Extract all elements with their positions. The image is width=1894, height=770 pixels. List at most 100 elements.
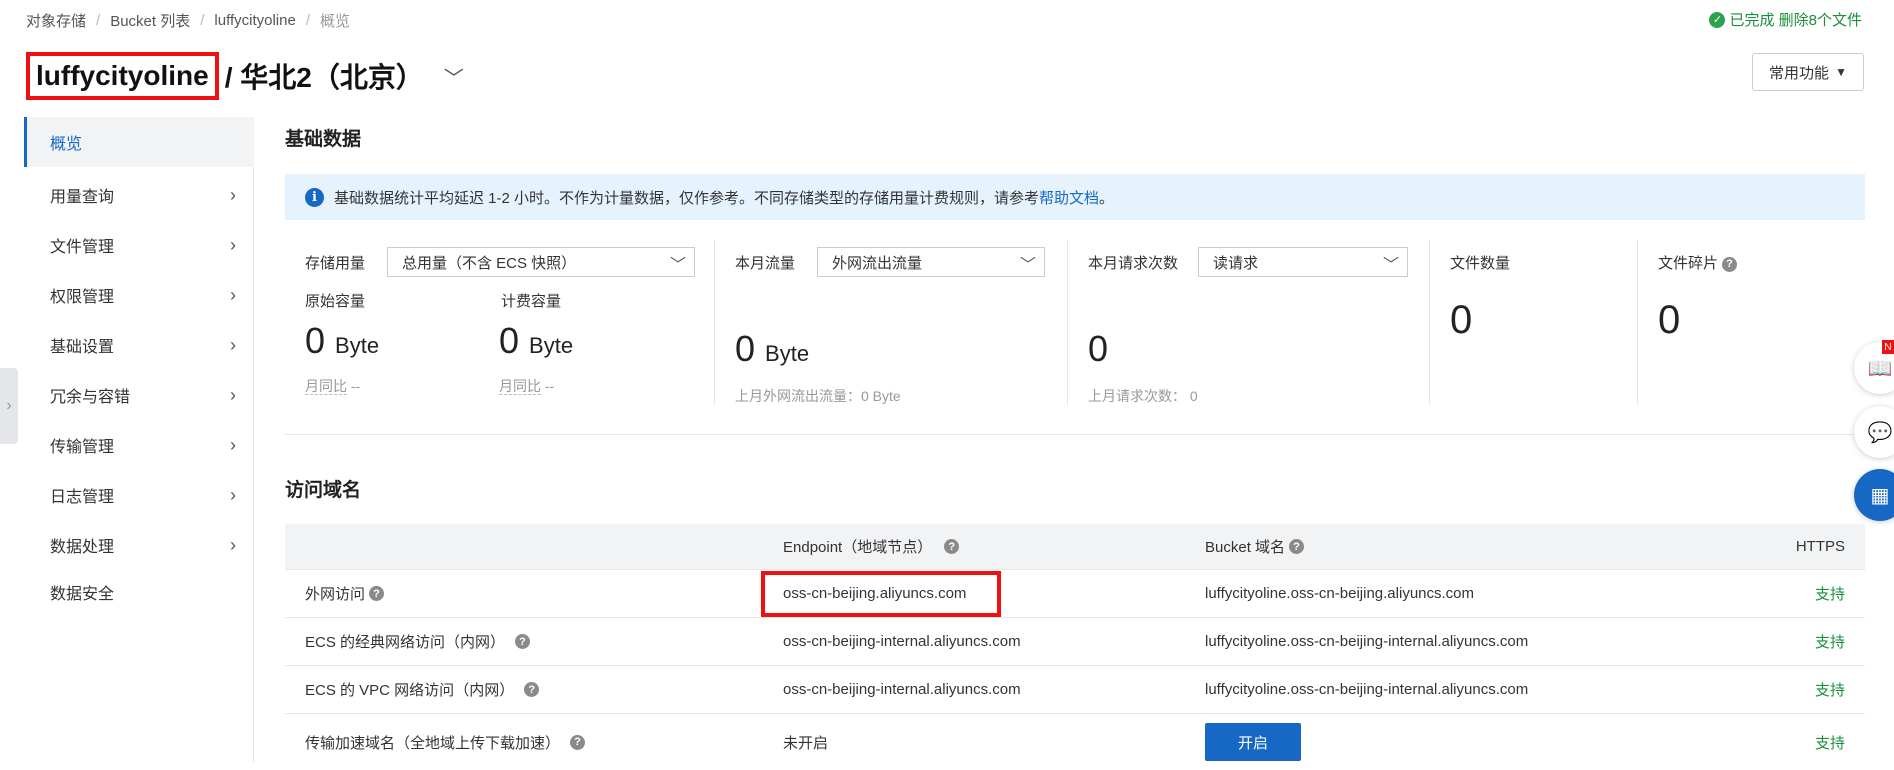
enable-acceleration-button[interactable]: 开启 (1205, 723, 1301, 761)
row-name-text: 传输加速域名（全地域上传下载加速） (305, 734, 561, 752)
sidebar-item-label: 概览 (50, 136, 83, 153)
billing-capacity-value: 0 Byte (499, 320, 573, 362)
breadcrumb-oss[interactable]: 对象存储 (26, 10, 86, 31)
traffic-number: 0 (735, 328, 756, 369)
domain-cell[interactable]: luffycityoline.oss-cn-beijing.aliyuncs.c… (1205, 570, 1474, 617)
chevron-right-icon: › (230, 234, 236, 255)
apps-grid-icon[interactable]: ▦ (1854, 469, 1894, 521)
chevron-down-icon: ﹀ (1382, 257, 1399, 274)
sidebar-item-overview[interactable]: 概览 (24, 117, 254, 167)
sidebar-item-usage[interactable]: 用量查询 › (24, 170, 254, 220)
https-cell: 支持 (1814, 682, 1845, 699)
page-title: luffycityoline / 华北2（北京） ﹀ (26, 52, 464, 100)
storage-usage-label: 存储用量 (305, 255, 366, 272)
help-icon[interactable]: ? (1722, 256, 1738, 272)
check-circle-icon: ✓ (1709, 11, 1726, 28)
sidebar-item-basic-settings[interactable]: 基础设置 › (24, 320, 254, 370)
divider (285, 434, 1865, 435)
billing-capacity-unit: Byte (529, 333, 574, 358)
sidebar-item-label: 基础设置 (50, 339, 115, 356)
breadcrumb-bucket-list[interactable]: Bucket 列表 (110, 10, 190, 31)
breadcrumb-current: 概览 (320, 13, 351, 30)
task-status-text: 已完成 删除8个文件 (1729, 12, 1862, 29)
sidebar-collapse-handle[interactable]: › (0, 368, 18, 444)
row-name-text: 外网访问 (305, 586, 366, 603)
endpoint-cell[interactable]: oss-cn-beijing-internal.aliyuncs.com (783, 618, 1021, 665)
requests-label: 本月请求次数 (1088, 255, 1179, 272)
row-name: 外网访问? (305, 570, 385, 617)
breadcrumb-bucket[interactable]: luffycityoline (214, 12, 295, 29)
traffic-type-select[interactable]: 外网流出流量 ﹀ (817, 247, 1045, 277)
table-header: Endpoint（地域节点）? Bucket 域名? HTTPS (285, 524, 1865, 570)
table-row: ECS 的经典网络访问（内网）? oss-cn-beijing-internal… (285, 618, 1865, 666)
sidebar-item-data-security[interactable]: 数据安全 (24, 567, 254, 617)
help-icon[interactable]: ? (944, 539, 960, 554)
requests-value: 0 (1088, 328, 1109, 369)
row-name-text: ECS 的 VPC 网络访问（内网） (305, 682, 515, 699)
help-doc-link[interactable]: 帮助文档 (1039, 190, 1099, 207)
request-type-select[interactable]: 读请求 ﹀ (1198, 247, 1408, 277)
chevron-down-icon[interactable]: ﹀ (444, 62, 464, 91)
file-count-value: 0 (1450, 298, 1473, 342)
chevron-right-icon: › (230, 434, 236, 455)
raw-capacity-label: 原始容量 (305, 293, 366, 310)
chevron-right-icon: › (230, 334, 236, 355)
new-badge: N (1882, 340, 1894, 354)
sidebar-item-transfer[interactable]: 传输管理 › (24, 420, 254, 470)
storage-usage-card: 存储用量 总用量（不含 ECS 快照） ﹀ 原始容量 0 Byte 月同比 -- 计… (285, 240, 715, 405)
file-fragments-card: 文件碎片? 0 (1638, 240, 1865, 405)
notice-text: 基础数据统计平均延迟 1-2 小时。不作为计量数据，仅作参考。不同存储类型的存储… (334, 187, 1114, 208)
raw-capacity-mom: 月同比 -- (305, 376, 360, 396)
sidebar-item-data-processing[interactable]: 数据处理 › (24, 520, 254, 570)
access-domain-heading: 访问域名 (285, 480, 362, 501)
help-icon[interactable]: ? (515, 634, 531, 649)
sidebar-item-logs[interactable]: 日志管理 › (24, 470, 254, 520)
breadcrumb-separator: / (96, 12, 101, 29)
chat-icon[interactable]: 💬 (1854, 406, 1894, 458)
chevron-right-icon: › (230, 534, 236, 555)
chevron-right-icon: › (6, 397, 12, 414)
endpoint-header: Endpoint（地域节点）? (783, 524, 960, 569)
help-icon[interactable]: ? (369, 586, 385, 601)
storage-type-value: 总用量（不含 ECS 快照） (402, 254, 577, 272)
traffic-value: 0 Byte (735, 328, 809, 370)
sidebar-item-label: 文件管理 (50, 239, 115, 256)
sidebar-item-permissions[interactable]: 权限管理 › (24, 270, 254, 320)
table-row: 外网访问? oss-cn-beijing.aliyuncs.com luffyc… (285, 570, 1865, 618)
common-functions-label: 常用功能 (1769, 64, 1830, 82)
endpoint-cell: oss-cn-beijing.aliyuncs.com (761, 570, 1001, 617)
breadcrumb-separator: / (305, 12, 310, 29)
sidebar-item-files[interactable]: 文件管理 › (24, 220, 254, 270)
billing-capacity-label: 计费容量 (501, 293, 562, 310)
domain-cell[interactable]: luffycityoline.oss-cn-beijing-internal.a… (1205, 618, 1528, 665)
file-count-label: 文件数量 (1450, 255, 1511, 272)
breadcrumb: 对象存储 / Bucket 列表 / luffycityoline / 概览 (26, 10, 350, 31)
chevron-right-icon: › (230, 484, 236, 505)
endpoint-text[interactable]: oss-cn-beijing.aliyuncs.com (783, 585, 966, 602)
domain-header: Bucket 域名? (1205, 524, 1305, 569)
endpoint-highlight: oss-cn-beijing.aliyuncs.com (761, 570, 1001, 617)
sidebar-item-label: 权限管理 (50, 289, 115, 306)
help-icon[interactable]: ? (1289, 539, 1305, 554)
requests-last-label: 上月请求次数： (1088, 388, 1186, 404)
raw-capacity-unit: Byte (335, 333, 380, 358)
endpoint-cell[interactable]: oss-cn-beijing-internal.aliyuncs.com (783, 666, 1021, 713)
task-status[interactable]: ✓ 已完成 删除8个文件 (1709, 9, 1862, 30)
sidebar-item-redundancy[interactable]: 冗余与容错 › (24, 370, 254, 420)
storage-type-select[interactable]: 总用量（不含 ECS 快照） ﹀ (387, 247, 695, 277)
help-icon[interactable]: ? (524, 682, 540, 697)
chevron-down-icon: ﹀ (1019, 257, 1036, 274)
row-name-text: ECS 的经典网络访问（内网） (305, 634, 506, 651)
domain-cell[interactable]: luffycityoline.oss-cn-beijing-internal.a… (1205, 666, 1528, 713)
raw-capacity-number: 0 (305, 320, 326, 361)
info-icon: i (305, 187, 324, 207)
billing-capacity-mom: 月同比 -- (499, 376, 554, 396)
help-icon[interactable]: ? (570, 734, 586, 750)
https-cell: 支持 (1814, 586, 1845, 603)
raw-mom-label: 月同比 (305, 378, 347, 395)
chevron-down-icon: ▼ (1835, 65, 1847, 79)
chevron-down-icon: ﹀ (669, 257, 686, 274)
stats-panel: 存储用量 总用量（不含 ECS 快照） ﹀ 原始容量 0 Byte 月同比 -- 计… (285, 240, 1865, 405)
common-functions-button[interactable]: 常用功能 ▼ (1752, 53, 1864, 91)
raw-capacity-value: 0 Byte (305, 320, 379, 362)
